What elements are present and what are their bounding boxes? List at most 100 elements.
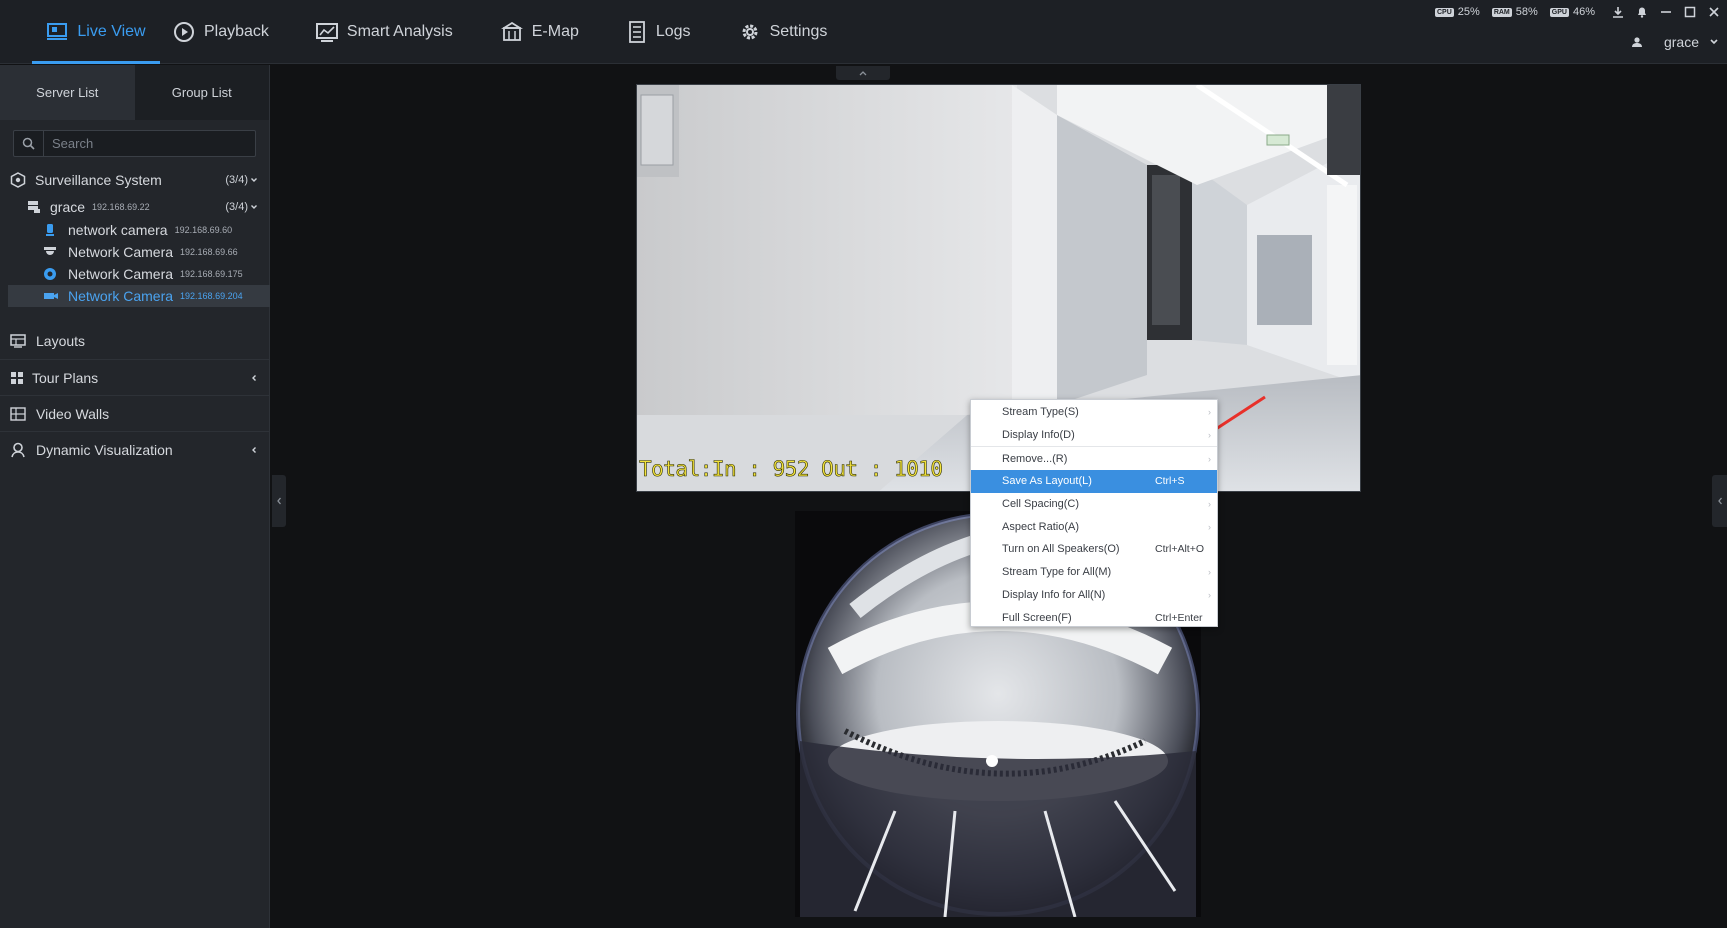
close-icon[interactable] xyxy=(1707,5,1721,19)
tab-label: Smart Analysis xyxy=(346,23,453,40)
section-label: Tour Plans xyxy=(32,369,99,386)
camera-label: Network Camera xyxy=(68,244,174,260)
tree-server-label: grace xyxy=(50,199,86,215)
download-icon[interactable] xyxy=(1611,5,1625,19)
submenu-arrow-icon: › xyxy=(1208,567,1211,578)
section-label: Dynamic Visualization xyxy=(36,441,173,458)
menu-item-save-as-layout[interactable]: Save As Layout(L) Ctrl+S xyxy=(971,470,1217,493)
camera-label: Network Camera xyxy=(68,266,174,282)
map-icon xyxy=(500,22,523,41)
tab-logs[interactable]: Logs xyxy=(627,0,691,64)
visualization-icon xyxy=(11,442,25,457)
chevron-left-icon xyxy=(277,497,281,505)
menu-item-stream-type[interactable]: Stream Type(S) › xyxy=(971,401,1217,424)
gpu-chip-icon: GPU xyxy=(1549,7,1569,17)
menu-shortcut: Ctrl+Enter xyxy=(1155,611,1203,624)
tab-playback[interactable]: Playback xyxy=(173,0,269,64)
chevron-down-icon xyxy=(251,178,257,182)
tree-root-label: Surveillance System xyxy=(35,172,162,188)
tree-camera-4[interactable]: Network Camera 192.168.69.204 xyxy=(8,285,270,307)
menu-item-cell-spacing[interactable]: Cell Spacing(C) › xyxy=(971,493,1217,516)
camera-label: network camera xyxy=(68,222,168,238)
tab-live-view[interactable]: Live View xyxy=(32,0,160,64)
collapse-top-handle[interactable] xyxy=(836,66,890,80)
chevron-down-icon xyxy=(1710,39,1718,45)
submenu-arrow-icon: › xyxy=(1208,430,1211,441)
menu-item-stream-type-for-all[interactable]: Stream Type for All(M) › xyxy=(971,561,1217,584)
section-tour-plans[interactable]: Tour Plans xyxy=(0,359,270,395)
logs-icon xyxy=(628,21,645,43)
submenu-arrow-icon: › xyxy=(1208,407,1211,418)
menu-item-full-screen[interactable]: Full Screen(F) Ctrl+Enter xyxy=(971,606,1217,629)
section-layouts[interactable]: Layouts xyxy=(0,323,270,359)
maximize-icon[interactable] xyxy=(1683,5,1697,19)
collapse-sidebar-handle[interactable] xyxy=(272,475,286,527)
menu-item-display-info[interactable]: Display Info(D) › xyxy=(971,424,1217,447)
context-menu: Stream Type(S) › Display Info(D) › Remove.… xyxy=(970,399,1218,627)
minimize-icon[interactable] xyxy=(1659,5,1673,19)
tab-label: Live View xyxy=(77,23,146,40)
menu-item-aspect-ratio[interactable]: Aspect Ratio(A) › xyxy=(971,515,1217,538)
menu-item-display-info-for-all[interactable]: Display Info for All(N) › xyxy=(971,584,1217,607)
submenu-arrow-icon: › xyxy=(1208,453,1211,464)
camera-ip: 192.168.69.60 xyxy=(174,225,233,235)
tree-camera-3[interactable]: Network Camera 192.168.69.175 xyxy=(0,263,270,285)
fisheye-camera-icon xyxy=(44,268,56,280)
submenu-arrow-icon: › xyxy=(1208,589,1211,600)
box-camera-icon xyxy=(44,293,58,299)
menu-shortcut: Ctrl+S xyxy=(1155,475,1185,488)
collapse-right-panel-handle[interactable] xyxy=(1712,475,1727,527)
menu-item-remove[interactable]: Remove...(R) › xyxy=(971,447,1217,470)
camera-ip: 192.168.69.66 xyxy=(180,247,238,257)
tab-label: E-Map xyxy=(531,23,579,40)
bullet-camera-icon xyxy=(46,224,54,236)
tab-group-list[interactable]: Group List xyxy=(134,65,269,120)
cpu-chip-icon: CPU xyxy=(1435,7,1454,17)
menu-shortcut: Ctrl+Alt+O xyxy=(1155,543,1205,556)
chevron-up-icon xyxy=(859,71,867,76)
videowall-icon xyxy=(10,406,26,421)
tree-root-surveillance-system[interactable]: Surveillance System (3/4) xyxy=(0,167,270,193)
tree-root-count: (3/4) xyxy=(225,174,258,186)
tab-label: Logs xyxy=(655,23,691,40)
bell-icon[interactable] xyxy=(1635,5,1649,19)
user-icon xyxy=(1631,37,1642,47)
analysis-icon xyxy=(315,23,338,42)
system-status: CPU 25% RAM 58% GPU 46% xyxy=(1435,0,1727,24)
tab-e-map[interactable]: E-Map xyxy=(500,0,579,64)
section-label: Video Walls xyxy=(36,405,110,422)
submenu-arrow-icon: › xyxy=(1208,499,1211,510)
tree-camera-2[interactable]: Network Camera 192.168.69.66 xyxy=(0,241,270,263)
monitor-icon xyxy=(47,23,68,40)
people-count-overlay: Total:In : 952 Out : 1010 xyxy=(639,457,944,482)
sidebar-tabs: Server List Group List xyxy=(0,65,269,120)
playback-icon xyxy=(174,22,194,42)
chevron-left-icon xyxy=(252,446,256,453)
chevron-down-icon xyxy=(251,205,257,209)
camera-ip: 192.168.69.175 xyxy=(180,269,243,279)
layout-icon xyxy=(10,334,26,348)
submenu-arrow-icon: › xyxy=(1208,521,1211,532)
chevron-left-icon xyxy=(1717,497,1722,505)
user-menu[interactable]: grace xyxy=(1631,34,1719,50)
tab-smart-analysis[interactable]: Smart Analysis xyxy=(315,0,453,64)
top-bar: Live View Playback Smart Analysis E-Map … xyxy=(0,0,1727,64)
camera-ip: 192.168.69.204 xyxy=(180,291,243,301)
section-dynamic-visualization[interactable]: Dynamic Visualization xyxy=(0,431,270,467)
chevron-left-icon xyxy=(252,374,256,381)
sidebar: Server List Group List Surveillance Syst… xyxy=(0,65,270,928)
search-input[interactable] xyxy=(44,136,255,151)
cpu-usage: CPU 25% xyxy=(1435,6,1480,18)
system-icon xyxy=(10,172,26,188)
tree-camera-1[interactable]: network camera 192.168.69.60 xyxy=(0,219,270,241)
gear-icon xyxy=(742,24,758,40)
menu-item-turn-on-all-speakers[interactable]: Turn on All Speakers(O) Ctrl+Alt+O xyxy=(971,538,1217,561)
tree-server-grace[interactable]: grace 192.168.69.22 (3/4) xyxy=(0,196,270,218)
search-icon xyxy=(14,131,44,156)
dome-camera-icon xyxy=(44,247,56,255)
tab-settings[interactable]: Settings xyxy=(739,0,827,64)
tab-server-list[interactable]: Server List xyxy=(0,65,135,120)
section-label: Layouts xyxy=(36,333,86,349)
ram-chip-icon: RAM xyxy=(1491,7,1512,17)
section-video-walls[interactable]: Video Walls xyxy=(0,395,270,431)
